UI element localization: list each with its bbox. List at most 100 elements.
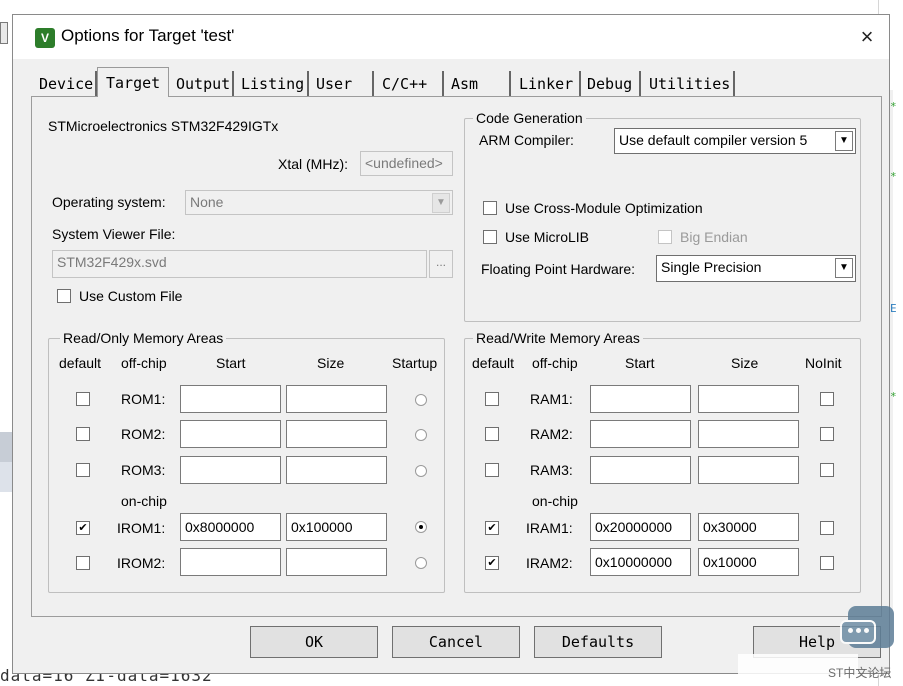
editor-band-highlight xyxy=(0,462,12,492)
tab-target[interactable]: Target xyxy=(97,67,169,97)
compiler-value: Use default compiler version 5 xyxy=(619,132,808,148)
editor-margin-mark: * xyxy=(890,390,897,403)
tab-listing[interactable]: Listing xyxy=(235,71,309,97)
defaults-button[interactable]: Defaults xyxy=(534,626,662,658)
ram1-label: RAM1: xyxy=(530,391,573,407)
tab-c-cpp[interactable]: C/C++ xyxy=(376,71,444,97)
tab-user[interactable]: User xyxy=(310,71,374,97)
rom2-startup-radio[interactable] xyxy=(415,429,427,441)
rom2-default-checkbox[interactable] xyxy=(76,427,90,441)
rom3-start-field[interactable] xyxy=(180,456,281,484)
irom2-label: IROM2: xyxy=(117,555,166,571)
ram3-size-field[interactable] xyxy=(698,456,799,484)
ram3-noinit-checkbox[interactable] xyxy=(820,463,834,477)
rom1-size-field[interactable] xyxy=(286,385,387,413)
tab-device[interactable]: Device xyxy=(33,71,97,97)
ram1-size-field[interactable] xyxy=(698,385,799,413)
tab-asm[interactable]: Asm xyxy=(445,71,511,97)
ram2-label: RAM2: xyxy=(530,426,573,442)
chat-bubble-icon xyxy=(840,620,876,644)
ram2-start-field[interactable] xyxy=(590,420,691,448)
tab-debug[interactable]: Debug xyxy=(581,71,641,97)
ram-onchip-label: on-chip xyxy=(532,493,578,509)
ram1-noinit-checkbox[interactable] xyxy=(820,392,834,406)
editor-left-gutter xyxy=(0,0,10,686)
svd-label: System Viewer File: xyxy=(52,226,176,242)
editor-left-edge xyxy=(0,22,8,44)
rom2-size-field[interactable] xyxy=(286,420,387,448)
device-name: STMicroelectronics STM32F429IGTx xyxy=(48,118,279,134)
close-button[interactable]: × xyxy=(853,25,881,51)
fp-value: Single Precision xyxy=(661,259,762,275)
chevron-down-icon: ▼ xyxy=(835,258,853,278)
irom2-default-checkbox[interactable] xyxy=(76,556,90,570)
xtal-field[interactable]: <undefined> xyxy=(360,151,453,176)
iram1-noinit-checkbox[interactable] xyxy=(820,521,834,535)
iram1-default-checkbox[interactable]: ✔ xyxy=(485,521,499,535)
ram3-start-field[interactable] xyxy=(590,456,691,484)
iram2-label: IRAM2: xyxy=(526,555,573,571)
irom1-default-checkbox[interactable]: ✔ xyxy=(76,521,90,535)
rom-onchip-label: on-chip xyxy=(121,493,167,509)
microlib-checkbox[interactable] xyxy=(483,230,497,244)
rom2-start-field[interactable] xyxy=(180,420,281,448)
rom-header-size: Size xyxy=(317,355,345,371)
rom3-default-checkbox[interactable] xyxy=(76,463,90,477)
irom1-size-field[interactable]: 0x100000 xyxy=(286,513,387,541)
ram2-default-checkbox[interactable] xyxy=(485,427,499,441)
tab-output[interactable]: Output xyxy=(170,71,234,97)
compiler-dropdown[interactable]: Use default compiler version 5 ▼ xyxy=(614,128,856,154)
ram3-default-checkbox[interactable] xyxy=(485,463,499,477)
cross-module-checkbox[interactable] xyxy=(483,201,497,215)
ram2-size-field[interactable] xyxy=(698,420,799,448)
ram1-start-field[interactable] xyxy=(590,385,691,413)
ok-button[interactable]: OK xyxy=(250,626,378,658)
ram-header-noinit: NoInit xyxy=(805,355,842,371)
cancel-button[interactable]: Cancel xyxy=(392,626,520,658)
rom-header-startup: Startup xyxy=(392,355,438,371)
chevron-down-icon: ▼ xyxy=(432,193,450,213)
dialog-title: Options for Target 'test' xyxy=(61,26,235,45)
irom2-startup-radio[interactable] xyxy=(415,557,427,569)
irom1-startup-radio[interactable] xyxy=(415,521,427,533)
forum-logo-icon xyxy=(840,606,894,648)
os-value: None xyxy=(190,194,224,210)
ram-header-start: Start xyxy=(625,355,655,371)
editor-margin-mark: * xyxy=(890,100,897,113)
rom3-label: ROM3: xyxy=(121,462,166,478)
rom1-start-field[interactable] xyxy=(180,385,281,413)
fp-dropdown[interactable]: Single Precision ▼ xyxy=(656,255,856,282)
ram-group-title: Read/Write Memory Areas xyxy=(473,330,643,346)
rom-group-title: Read/Only Memory Areas xyxy=(60,330,227,346)
iram1-start-field[interactable]: 0x20000000 xyxy=(590,513,691,541)
browse-button[interactable]: ... xyxy=(429,250,453,278)
tab-linker[interactable]: Linker xyxy=(513,71,581,97)
rom1-default-checkbox[interactable] xyxy=(76,392,90,406)
irom2-start-field[interactable] xyxy=(180,548,281,576)
ram-header-offchip: off-chip xyxy=(532,355,578,371)
rom1-startup-radio[interactable] xyxy=(415,394,427,406)
custom-file-checkbox[interactable] xyxy=(57,289,71,303)
ram2-noinit-checkbox[interactable] xyxy=(820,427,834,441)
compiler-label: ARM Compiler: xyxy=(479,132,574,148)
iram2-default-checkbox[interactable]: ✔ xyxy=(485,556,499,570)
watermark-text: ST中文论坛 xyxy=(828,666,892,680)
rom3-size-field[interactable] xyxy=(286,456,387,484)
big-endian-checkbox[interactable] xyxy=(658,230,672,244)
editor-margin-mark: E xyxy=(890,302,897,315)
iram2-start-field[interactable]: 0x10000000 xyxy=(590,548,691,576)
iram2-noinit-checkbox[interactable] xyxy=(820,556,834,570)
editor-band-highlight xyxy=(0,432,12,462)
os-dropdown[interactable]: None ▼ xyxy=(185,190,453,215)
iram1-size-field[interactable]: 0x30000 xyxy=(698,513,799,541)
svd-field[interactable]: STM32F429x.svd xyxy=(52,250,427,278)
tab-utilities[interactable]: Utilities xyxy=(643,71,735,97)
irom2-size-field[interactable] xyxy=(286,548,387,576)
custom-file-label: Use Custom File xyxy=(79,288,183,304)
ram1-default-checkbox[interactable] xyxy=(485,392,499,406)
iram2-size-field[interactable]: 0x10000 xyxy=(698,548,799,576)
irom1-start-field[interactable]: 0x8000000 xyxy=(180,513,281,541)
rom3-startup-radio[interactable] xyxy=(415,465,427,477)
ram-header-default: default xyxy=(472,355,515,371)
iram1-label: IRAM1: xyxy=(526,520,573,536)
